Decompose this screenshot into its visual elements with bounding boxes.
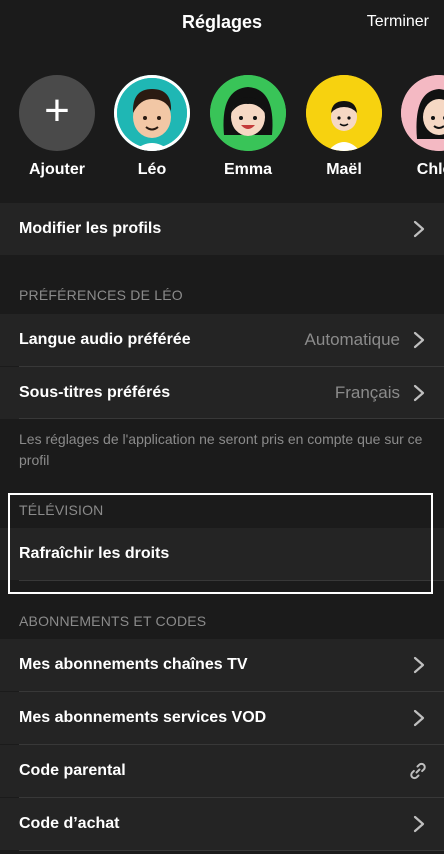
plus-icon: +	[44, 86, 70, 135]
profile-emma[interactable]: Emma	[208, 75, 288, 179]
parental-code-row[interactable]: Code parental	[0, 745, 444, 797]
vod-subscriptions-label: Mes abonnements services VOD	[19, 709, 267, 726]
purchase-code-row[interactable]: Code d’achat	[0, 798, 444, 850]
girl-avatar-icon	[210, 75, 286, 151]
profile-settings-note: Les réglages de l'application ne seront …	[19, 431, 423, 468]
profile-carousel: + Ajouter Léo Emma Maël Chl	[0, 75, 444, 187]
avatar[interactable]	[114, 75, 190, 151]
divider	[19, 580, 444, 581]
profile-chloe[interactable]: Chloé	[399, 75, 444, 179]
audio-language-row[interactable]: Langue audio préférée Automatique	[0, 314, 444, 366]
avatar[interactable]	[401, 75, 444, 151]
divider	[19, 418, 444, 419]
chevron-right-icon	[413, 709, 425, 727]
avatar[interactable]	[210, 75, 286, 151]
chevron-right-icon	[413, 656, 425, 674]
link-icon	[410, 762, 426, 780]
subtitles-row[interactable]: Sous-titres préférés Français	[0, 367, 444, 419]
audio-language-value: Automatique	[304, 330, 400, 349]
television-section-title: TÉLÉVISION	[19, 502, 104, 518]
chevron-right-icon	[413, 384, 425, 402]
profile-name: Chloé	[416, 161, 444, 178]
avatar[interactable]	[306, 75, 382, 151]
profile-name: Léo	[137, 161, 167, 178]
profile-mael[interactable]: Maël	[304, 75, 384, 179]
subtitles-value: Français	[334, 383, 400, 402]
child-avatar-icon	[306, 75, 382, 151]
profile-name: Emma	[223, 161, 273, 178]
purchase-code-label: Code d’achat	[19, 815, 120, 832]
chevron-right-icon	[413, 815, 425, 833]
parental-code-label: Code parental	[19, 762, 126, 779]
refresh-rights-row[interactable]: Rafraîchir les droits	[0, 528, 444, 580]
edit-profiles-label: Modifier les profils	[19, 220, 162, 237]
preferences-section-title: PRÉFÉRENCES DE LÉO	[19, 287, 183, 303]
refresh-rights-label: Rafraîchir les droits	[19, 545, 170, 562]
header: Réglages Terminer	[0, 0, 444, 46]
audio-language-label: Langue audio préférée	[19, 331, 191, 348]
boy-avatar-icon	[117, 78, 187, 151]
tv-subscriptions-label: Mes abonnements chaînes TV	[19, 656, 248, 673]
add-avatar[interactable]: +	[19, 75, 95, 151]
divider	[19, 850, 444, 851]
edit-profiles-row[interactable]: Modifier les profils	[0, 203, 444, 255]
girl-avatar-icon	[401, 75, 444, 151]
subscriptions-section-title: ABONNEMENTS ET CODES	[19, 613, 207, 629]
subtitles-label: Sous-titres préférés	[19, 384, 171, 401]
vod-subscriptions-row[interactable]: Mes abonnements services VOD	[0, 692, 444, 744]
profile-leo[interactable]: Léo	[112, 75, 192, 179]
profile-name: Maël	[326, 161, 362, 178]
done-button[interactable]: Terminer	[367, 13, 429, 31]
chevron-right-icon	[413, 331, 425, 349]
profile-name: Ajouter	[29, 161, 85, 178]
tv-subscriptions-row[interactable]: Mes abonnements chaînes TV	[0, 639, 444, 691]
chevron-right-icon	[413, 220, 425, 238]
add-profile-button[interactable]: + Ajouter	[17, 75, 97, 179]
